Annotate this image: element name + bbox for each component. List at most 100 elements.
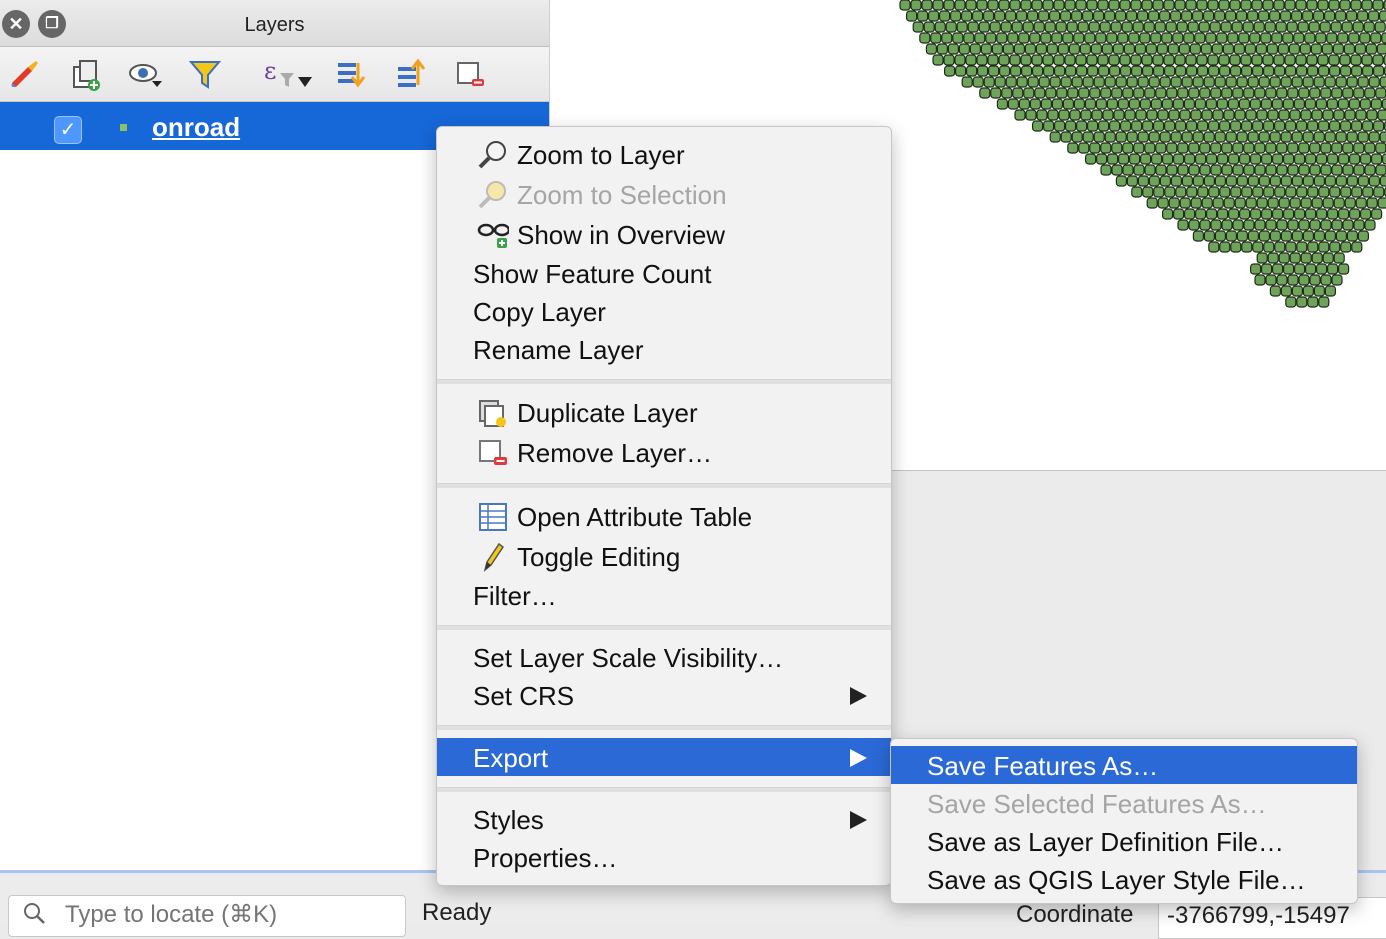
add-group-icon[interactable] bbox=[68, 57, 102, 91]
map-feature bbox=[1091, 109, 1103, 121]
menu-item-toggle-editing[interactable]: Toggle Editing bbox=[437, 537, 891, 575]
map-feature bbox=[1051, 32, 1063, 44]
map-feature bbox=[1276, 219, 1288, 231]
menu-item-styles[interactable]: Styles bbox=[437, 800, 891, 838]
filter-legend-icon[interactable] bbox=[188, 57, 222, 91]
map-feature bbox=[1286, 21, 1298, 33]
map-feature bbox=[1172, 98, 1185, 110]
map-feature bbox=[1276, 87, 1288, 99]
layer-name[interactable]: onroad bbox=[152, 112, 240, 143]
map-feature bbox=[1172, 32, 1184, 44]
map-feature bbox=[1093, 76, 1105, 88]
map-feature bbox=[1104, 76, 1116, 88]
map-feature bbox=[1200, 43, 1213, 55]
map-feature bbox=[1246, 10, 1259, 22]
map-feature bbox=[1185, 54, 1197, 66]
map-feature bbox=[1293, 32, 1305, 44]
style-manager-icon[interactable] bbox=[8, 57, 42, 91]
map-feature bbox=[1260, 153, 1273, 165]
collapse-all-icon[interactable] bbox=[394, 57, 428, 91]
map-feature bbox=[1350, 0, 1362, 11]
map-feature bbox=[1112, 43, 1125, 55]
map-feature bbox=[1009, 0, 1021, 11]
menu-item-save-qgis-style[interactable]: Save as QGIS Layer Style File… bbox=[891, 860, 1357, 898]
map-feature bbox=[1301, 10, 1314, 22]
menu-item-rename-layer[interactable]: Rename Layer bbox=[437, 330, 891, 368]
menu-item-set-crs[interactable]: Set CRS bbox=[437, 676, 891, 714]
map-feature bbox=[1092, 10, 1105, 22]
map-feature bbox=[1207, 120, 1220, 132]
visibility-icon[interactable] bbox=[128, 57, 162, 91]
map-feature bbox=[1304, 98, 1317, 110]
map-feature bbox=[1057, 43, 1069, 55]
map-feature bbox=[1095, 153, 1108, 165]
map-feature bbox=[976, 54, 988, 66]
map-feature bbox=[1027, 76, 1039, 88]
menu-item-save-features-as[interactable]: Save Features As… bbox=[891, 746, 1357, 784]
layer-visibility-checkbox[interactable]: ✓ bbox=[54, 116, 82, 144]
map-feature bbox=[1291, 285, 1304, 297]
map-feature bbox=[1078, 87, 1090, 99]
menu-item-show-in-overview[interactable]: Show in Overview bbox=[437, 215, 891, 253]
menu-item-zoom-to-layer[interactable]: Zoom to Layer bbox=[437, 135, 891, 173]
map-feature bbox=[1315, 208, 1328, 220]
map-feature bbox=[1117, 32, 1129, 44]
map-feature bbox=[1115, 131, 1127, 143]
map-feature bbox=[1282, 98, 1295, 110]
map-feature bbox=[1192, 230, 1205, 242]
map-feature bbox=[943, 0, 955, 11]
menu-item-save-selected-features-as[interactable]: Save Selected Features As… bbox=[891, 784, 1357, 822]
map-feature bbox=[969, 43, 981, 55]
map-feature bbox=[1285, 296, 1297, 308]
map-feature bbox=[1141, 0, 1153, 11]
map-feature bbox=[1046, 43, 1058, 55]
map-feature bbox=[1370, 32, 1382, 44]
map-feature bbox=[1062, 32, 1074, 44]
map-feature bbox=[1313, 285, 1326, 297]
map-feature bbox=[1146, 109, 1158, 121]
map-feature bbox=[1260, 263, 1273, 275]
remove-layer-icon[interactable] bbox=[454, 57, 488, 91]
map-feature bbox=[1002, 43, 1014, 55]
map-feature bbox=[1222, 43, 1235, 55]
menu-item-set-scale-visibility[interactable]: Set Layer Scale Visibility… bbox=[437, 638, 891, 676]
locator-input[interactable] bbox=[63, 900, 397, 930]
map-feature bbox=[1240, 65, 1253, 77]
map-feature bbox=[1229, 54, 1241, 66]
map-feature bbox=[1158, 10, 1171, 22]
filter-expression-icon[interactable]: ε bbox=[262, 57, 316, 91]
menu-item-properties[interactable]: Properties… bbox=[437, 838, 891, 876]
locator-bar[interactable] bbox=[8, 895, 406, 937]
map-feature bbox=[1238, 153, 1251, 165]
map-feature bbox=[1183, 153, 1196, 165]
map-feature bbox=[1232, 219, 1244, 231]
map-feature bbox=[1090, 43, 1103, 55]
menu-item-duplicate-layer[interactable]: Duplicate Layer bbox=[437, 393, 891, 431]
zoom-selection-icon bbox=[478, 181, 506, 209]
map-feature bbox=[1241, 241, 1253, 253]
map-feature bbox=[1366, 109, 1378, 121]
menu-item-open-attribute-table[interactable]: Open Attribute Table bbox=[437, 497, 891, 535]
menu-item-save-layer-definition[interactable]: Save as Layer Definition File… bbox=[891, 822, 1357, 860]
expand-all-icon[interactable] bbox=[334, 57, 368, 91]
map-feature bbox=[1382, 153, 1386, 165]
map-feature bbox=[1344, 197, 1356, 209]
map-feature bbox=[1306, 0, 1318, 11]
map-feature bbox=[1170, 131, 1182, 143]
menu-item-filter[interactable]: Filter… bbox=[437, 576, 891, 614]
map-feature bbox=[1227, 153, 1240, 165]
map-feature bbox=[1265, 164, 1277, 176]
map-feature bbox=[1312, 10, 1325, 22]
menu-item-export[interactable]: Export bbox=[437, 738, 891, 776]
menu-item-show-feature-count[interactable]: Show Feature Count bbox=[437, 254, 891, 292]
map-feature bbox=[1016, 76, 1028, 88]
map-feature bbox=[1219, 241, 1231, 253]
menu-item-copy-layer[interactable]: Copy Layer bbox=[437, 292, 891, 330]
map-feature bbox=[1190, 197, 1202, 209]
menu-item-label: Styles bbox=[473, 805, 544, 835]
map-feature bbox=[1013, 43, 1025, 55]
map-feature bbox=[1280, 76, 1292, 88]
menu-item-remove-layer[interactable]: Remove Layer… bbox=[437, 433, 891, 471]
menu-item-zoom-to-selection[interactable]: Zoom to Selection bbox=[437, 175, 891, 213]
menu-separator bbox=[437, 625, 891, 630]
